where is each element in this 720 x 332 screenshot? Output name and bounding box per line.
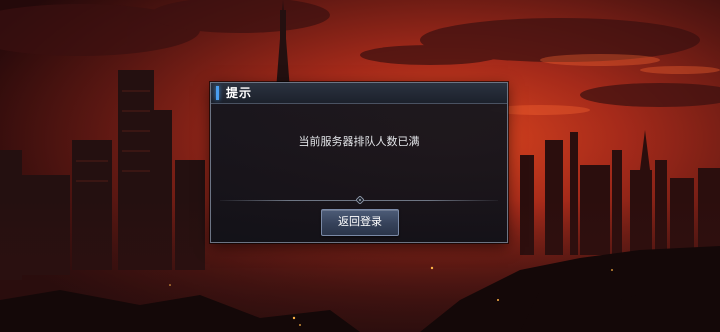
return-login-button[interactable]: 返回登录 [321, 209, 399, 236]
dialog-message: 当前服务器排队人数已满 [298, 135, 420, 148]
game-screen: 提示 当前服务器排队人数已满 返回登录 [0, 0, 720, 332]
notice-dialog: 提示 当前服务器排队人数已满 返回登录 [210, 82, 508, 243]
dialog-title: 提示 [226, 86, 253, 100]
diamond-ornament-icon [356, 196, 364, 204]
header-accent-bar [216, 86, 219, 100]
dialog-header: 提示 [211, 83, 507, 104]
